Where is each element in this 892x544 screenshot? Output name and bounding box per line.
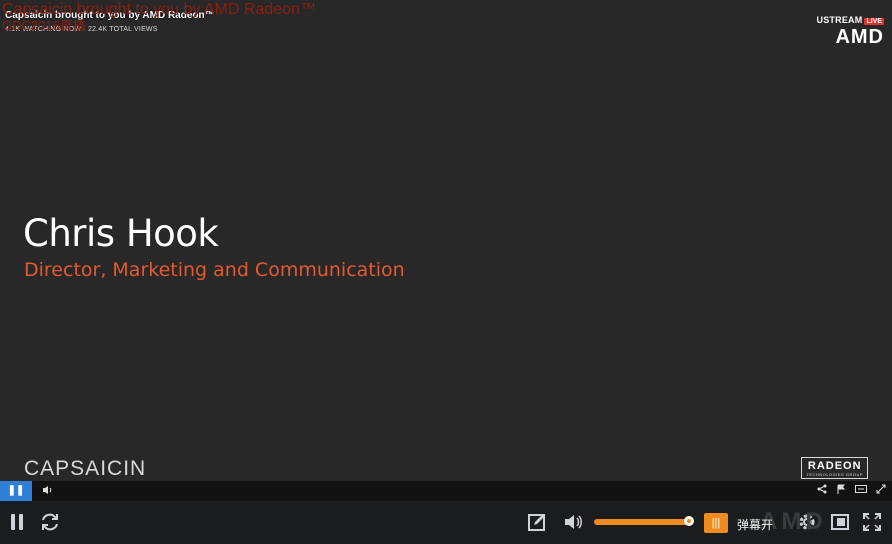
radeon-logo: RADEON TECHNOLOGIES GROUP: [801, 457, 868, 479]
fullscreen-icon[interactable]: [876, 484, 886, 497]
speaker-role: Director, Marketing and Communication: [24, 259, 405, 281]
volume-slider[interactable]: [594, 519, 690, 525]
widescreen-button[interactable]: [828, 510, 852, 534]
share-icon[interactable]: [817, 484, 827, 497]
flag-icon[interactable]: [836, 484, 846, 497]
fullscreen-button[interactable]: [860, 510, 884, 534]
refresh-button[interactable]: [38, 510, 62, 534]
page-title-overlay: Capsaicin brought to you by AMD Radeon™: [2, 1, 316, 18]
danmaku-toggle-button[interactable]: |||: [704, 513, 728, 533]
radeon-logo-text: RADEON: [807, 460, 862, 472]
widescreen-icon: [831, 514, 849, 530]
pause-button[interactable]: [6, 510, 30, 534]
ustream-amd-logo: USTREAM LIVE AMD: [817, 10, 884, 49]
volume-slider-handle[interactable]: [684, 516, 694, 526]
expand-icon: [863, 513, 881, 531]
ustream-logo-text: USTREAM: [816, 15, 863, 25]
captions-icon[interactable]: [855, 484, 867, 497]
live-badge: LIVE: [864, 18, 884, 25]
capsaicin-logo: CAPSAICIN: [24, 457, 147, 480]
page-subtitle-overlay: GDC2016直播: [2, 18, 86, 33]
video-area[interactable]: Capsaicin brought to you by AMD Radeon™ …: [0, 0, 892, 481]
volume-icon: [565, 515, 582, 529]
volume-button[interactable]: [561, 510, 585, 534]
radeon-logo-subtext: TECHNOLOGIES GROUP: [806, 472, 863, 477]
danmaku-icon: |||: [711, 517, 721, 529]
ustream-pause-button[interactable]: ❚❚: [0, 481, 32, 501]
danmaku-label[interactable]: 弹幕开: [737, 516, 773, 533]
pause-icon: [11, 514, 23, 530]
edit-button[interactable]: [525, 510, 549, 534]
ustream-control-bar: ❚❚: [0, 481, 892, 501]
refresh-icon: [42, 513, 58, 531]
amd-logo: AMD: [835, 26, 884, 48]
edit-icon: [528, 514, 545, 531]
ustream-right-icons: [817, 484, 886, 497]
speaker-name: Chris Hook: [23, 212, 219, 255]
ustream-volume-icon[interactable]: [42, 485, 53, 498]
